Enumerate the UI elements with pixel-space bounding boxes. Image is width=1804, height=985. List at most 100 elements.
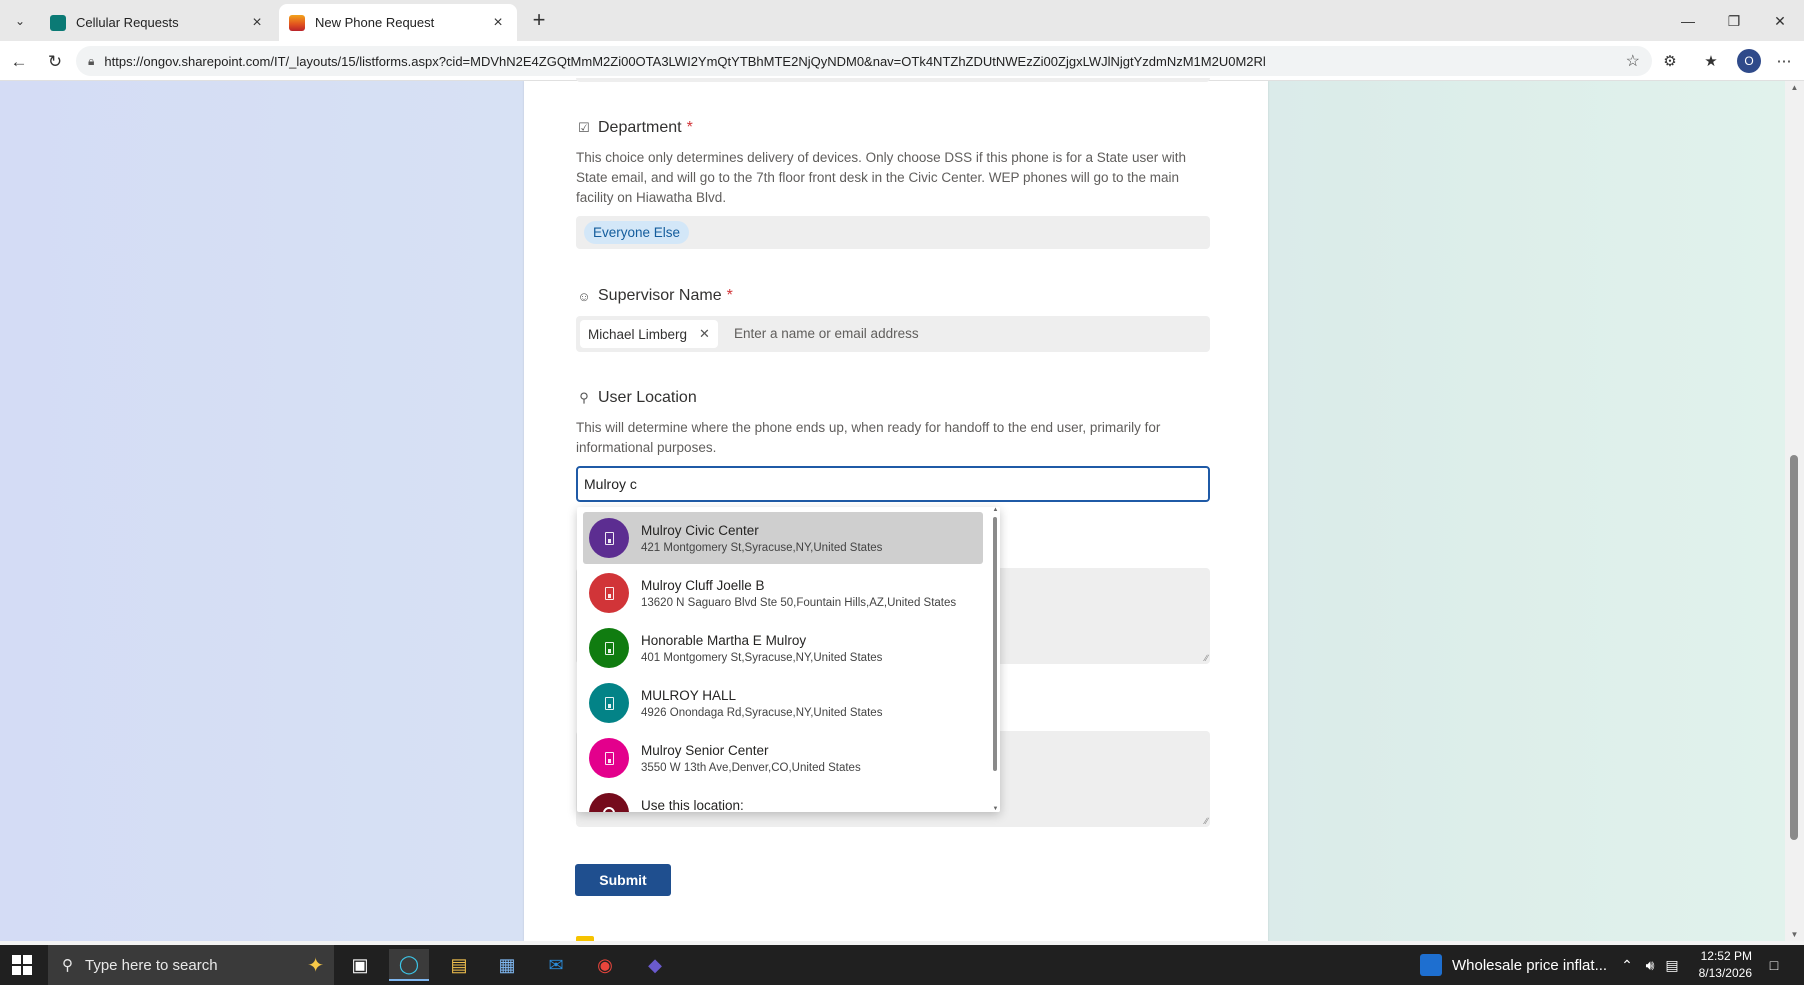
back-arrow-icon[interactable]: ← [6,49,32,75]
suggestion-address: 401 Montgomery St,Syracuse,NY,United Sta… [641,652,883,664]
edge-browser-icon[interactable]: ◯ [389,949,429,981]
favorites-icon[interactable]: ★ [1697,49,1725,75]
scroll-down-arrow-icon[interactable]: ▼ [991,806,1000,812]
location-suggestion-item[interactable]: MULROY HALL 4926 Onondaga Rd,Syracuse,NY… [583,677,983,729]
location-suggestion-item[interactable]: Honorable Martha E Mulroy 401 Montgomery… [583,622,983,674]
address-bar: ← ↻ 🔒︎ https://ongov.sharepoint.com/IT/_… [0,41,1804,81]
location-pin-icon: ⚲ [579,390,589,405]
suggestion-name: Mulroy Civic Center [641,523,759,538]
supervisor-people-picker[interactable]: Michael Limberg ✕ Enter a name or email … [576,316,1210,352]
notifications-icon[interactable]: □ [1760,945,1788,985]
footer-logo-peek [576,936,594,941]
sharepoint-favicon-icon [50,14,66,31]
resize-grip-icon[interactable]: ∕∕ [1205,653,1208,663]
tab-list-chevron-icon[interactable]: ⌄ [8,9,32,33]
scroll-up-arrow-icon[interactable]: ▲ [1789,83,1800,92]
browser-tab-bar: ⌄ Cellular Requests × New Phone Request … [0,0,1804,41]
suggestion-name: MULROY HALL [641,688,737,703]
remove-person-icon[interactable]: ✕ [699,326,710,342]
windows-start-icon[interactable] [12,955,32,975]
suggestions-scrollbar[interactable]: ▲ ▼ [991,507,1000,812]
user-location-description: This will determine where the phone ends… [576,420,1161,455]
microsoft-store-icon[interactable]: ▦ [487,949,527,981]
supervisor-title: ☺ Supervisor Name * [576,287,733,305]
building-icon [589,683,629,723]
supervisor-search-input[interactable]: Enter a name or email address [734,326,919,341]
person-chip-name: Michael Limberg [588,326,688,342]
tab-new-phone-request[interactable]: New Phone Request × [279,4,517,41]
suggestion-name: Use this location: [641,798,744,812]
submit-button[interactable]: Submit [575,864,671,896]
network-icon[interactable]: ▤ [1662,945,1682,985]
tray-chevron-up-icon[interactable]: ⌃ [1617,945,1637,985]
department-choice-field[interactable]: Everyone Else [576,216,1210,249]
taskbar-search-placeholder: Type here to search [85,956,218,974]
user-location-label: User Location [598,389,697,406]
file-explorer-icon[interactable]: ▤ [439,949,479,981]
url-field[interactable]: 🔒︎ https://ongov.sharepoint.com/IT/_layo… [76,46,1652,76]
sparkle-icon: ✦ [307,955,324,977]
suggestion-address: 3550 W 13th Ave,Denver,CO,United States [641,762,861,774]
scroll-down-arrow-icon[interactable]: ▼ [1789,930,1800,939]
minimize-icon[interactable]: — [1666,8,1710,34]
forms-favicon-icon [289,14,305,31]
clock-time: 12:52 PM [1700,949,1752,963]
suggestion-address: 4926 Onondaga Rd,Syracuse,NY,United Stat… [641,707,883,719]
user-location-title: ⚲ User Location [576,389,697,407]
task-view-icon[interactable]: ▣ [340,949,380,981]
suggestion-address: 13620 N Saguaro Blvd Ste 50,Fountain Hil… [641,597,957,609]
close-tab-icon[interactable]: × [248,14,266,32]
page-scrollbar[interactable]: ▲ ▼ [1785,81,1804,941]
tab-cellular-requests[interactable]: Cellular Requests × [40,4,276,41]
chrome-icon[interactable]: ◉ [585,949,625,981]
volume-icon[interactable]: 🔊︎ [1640,945,1660,985]
suggestions-scroll-thumb[interactable] [993,517,997,771]
use-this-location-item[interactable]: Use this location: [583,787,983,812]
taskbar-clock[interactable]: 12:52 PM 8/13/2026 [1682,948,1752,982]
news-widget[interactable]: Wholesale price inflat... [1420,945,1607,985]
required-asterisk: * [686,119,693,136]
restore-icon[interactable]: ❐ [1712,8,1756,34]
lock-icon[interactable]: 🔒︎ [88,54,94,69]
more-menu-icon[interactable]: ⋯ [1770,49,1798,75]
extensions-icon[interactable]: ⚙ [1656,49,1684,75]
building-icon [589,738,629,778]
department-label: Department [598,119,682,136]
department-title: ☑ Department * [576,119,693,137]
search-icon: ⚲ [62,957,73,974]
location-suggestion-item[interactable]: Mulroy Senior Center 3550 W 13th Ave,Den… [583,732,983,784]
required-asterisk: * [726,287,733,304]
url-text: https://ongov.sharepoint.com/IT/_layouts… [104,53,1266,69]
close-window-icon[interactable]: ✕ [1758,8,1802,34]
building-icon [589,628,629,668]
favorite-star-icon[interactable]: ☆ [1626,51,1640,71]
outlook-icon[interactable]: ✉ [536,949,576,981]
location-suggestion-item[interactable]: Mulroy Cluff Joelle B 13620 N Saguaro Bl… [583,567,983,619]
clock-date: 8/13/2026 [1698,966,1752,980]
location-suggestions-dropdown: Mulroy Civic Center 421 Montgomery St,Sy… [577,507,1000,812]
suggestion-address: 421 Montgomery St,Syracuse,NY,United Sta… [641,542,883,554]
close-tab-icon[interactable]: × [489,14,507,32]
department-description: This choice only determines delivery of … [576,150,1187,205]
location-suggestion-item[interactable]: Mulroy Civic Center 421 Montgomery St,Sy… [583,512,983,564]
department-selected-pill[interactable]: Everyone Else [584,221,690,244]
building-icon [589,518,629,558]
resize-grip-icon[interactable]: ∕∕ [1205,816,1208,826]
windows-taskbar: ⚲ Type here to search ✦ ▣ ◯ ▤ ▦ ✉ ◉ ◆ Wh… [0,945,1804,985]
building-icon [589,573,629,613]
page-scroll-thumb[interactable] [1790,455,1798,840]
profile-avatar[interactable]: O [1737,49,1761,73]
person-icon: ☺ [577,288,591,304]
new-tab-plus-icon[interactable]: + [526,8,552,34]
supervisor-label: Supervisor Name [598,287,722,304]
suggestion-name: Mulroy Senior Center [641,743,769,758]
teams-icon[interactable]: ◆ [635,949,675,981]
refresh-icon[interactable]: ↻ [42,49,68,75]
taskbar-search-box[interactable]: ⚲ Type here to search ✦ [48,945,334,985]
scroll-up-arrow-icon[interactable]: ▲ [991,507,1000,513]
user-location-input[interactable]: Mulroy c [576,466,1210,502]
choice-check-icon: ☑ [578,120,590,135]
supervisor-person-chip[interactable]: Michael Limberg ✕ [580,320,718,348]
suggestion-name: Mulroy Cluff Joelle B [641,578,765,593]
tab-title: Cellular Requests [76,15,179,30]
